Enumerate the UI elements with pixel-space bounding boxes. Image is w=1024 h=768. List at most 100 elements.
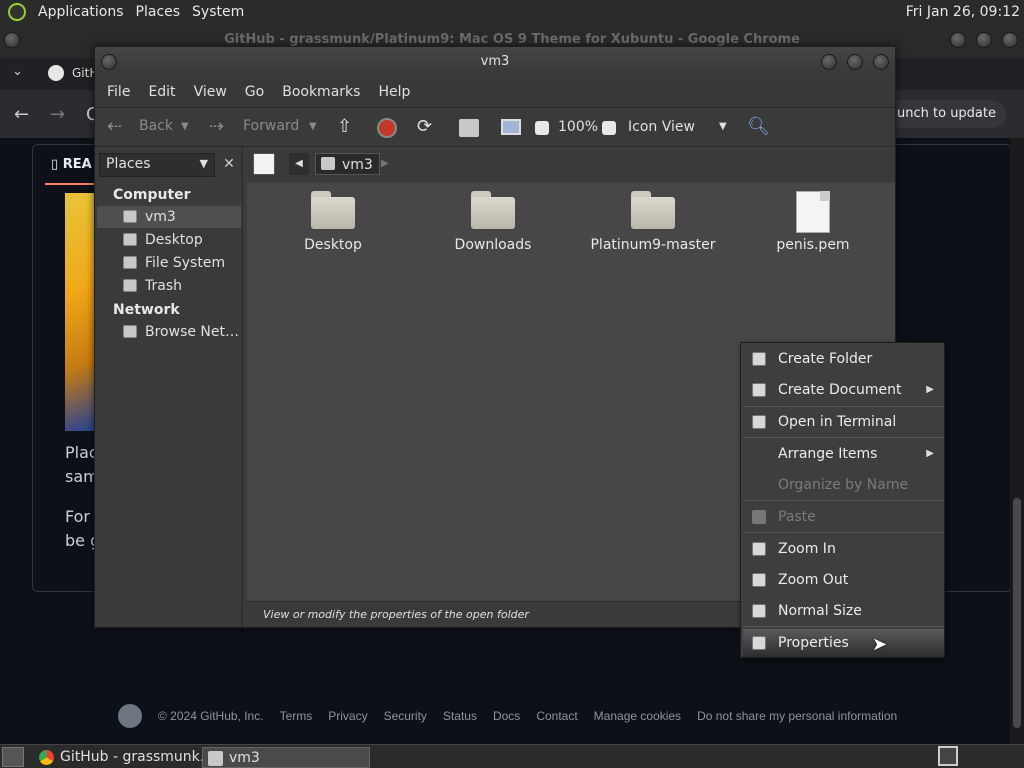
fm-window-title: vm3	[480, 54, 510, 69]
separator	[743, 626, 944, 627]
fm-minimize-button[interactable]	[821, 54, 837, 70]
ctx-arrange-items[interactable]: Arrange Items ▶	[743, 440, 944, 468]
search-icon[interactable]: 🔍︎	[747, 116, 770, 137]
fm-sidebar: Places ▼ ✕ Computer vm3 Desktop File Sys…	[95, 147, 243, 627]
ctx-zoom-in[interactable]: Zoom In	[743, 535, 944, 563]
footer-link-manage-cookies[interactable]: Manage cookies	[594, 709, 681, 723]
sidebar-item-desktop[interactable]: Desktop	[97, 229, 241, 251]
chrome-minimize-button[interactable]	[950, 32, 966, 48]
tab-search-chevron-icon[interactable]: ⌄	[12, 64, 23, 79]
forward-history-chevron-icon[interactable]: ▼	[309, 121, 317, 132]
workspace-switcher[interactable]	[938, 746, 958, 766]
places-selector[interactable]: Places ▼	[99, 153, 215, 177]
fm-toolbar: ⇠ Back ▼ ⇢ Forward ▼ ⇧ ⟳ 100% Icon View …	[95, 107, 895, 147]
home-folder-icon[interactable]	[459, 119, 479, 137]
fm-titlebar[interactable]: vm3	[95, 47, 895, 77]
applications-menu[interactable]: Applications	[32, 4, 130, 20]
places-chevron-icon: ▼	[199, 157, 208, 170]
view-mode-chevron-icon[interactable]: ▼	[719, 121, 727, 132]
file-name: Desktop	[304, 237, 362, 253]
menu-help[interactable]: Help	[370, 84, 418, 100]
relaunch-to-update-button[interactable]: aunch to update	[879, 100, 1006, 128]
back-button[interactable]: Back	[139, 118, 173, 134]
trash-icon	[123, 279, 137, 292]
context-menu: Create Folder Create Document ▶ Open in …	[740, 342, 945, 658]
chrome-maximize-button[interactable]	[976, 32, 992, 48]
forward-arrow-icon[interactable]: ⇢	[209, 116, 224, 137]
footer-link-status[interactable]: Status	[443, 709, 477, 723]
page-scrollbar[interactable]	[1010, 138, 1024, 744]
network-header: Network	[113, 302, 180, 318]
fm-maximize-button[interactable]	[847, 54, 863, 70]
reload-icon[interactable]: ⟳	[417, 116, 432, 137]
task-vm3[interactable]: vm3	[202, 747, 370, 768]
menu-file[interactable]: File	[99, 84, 138, 100]
zoom-out-icon	[752, 573, 766, 587]
file-item-penis-pem[interactable]: penis.pem	[733, 191, 893, 253]
top-panel: Applications Places System Fri Jan 26, 0…	[0, 0, 1024, 24]
path-scroll-right-icon[interactable]: ▶	[381, 153, 389, 175]
ctx-create-folder[interactable]: Create Folder	[743, 345, 944, 373]
stop-icon[interactable]	[377, 118, 397, 138]
back-arrow-icon[interactable]: ⇠	[107, 116, 122, 137]
properties-icon	[752, 636, 766, 650]
submenu-arrow-icon: ▶	[926, 448, 934, 459]
zoom-out-icon[interactable]	[535, 121, 549, 135]
chrome-close-button[interactable]	[1002, 32, 1018, 48]
footer-link-contact[interactable]: Contact	[536, 709, 577, 723]
zoom-in-icon	[752, 542, 766, 556]
ctx-zoom-out[interactable]: Zoom Out	[743, 566, 944, 594]
places-menu[interactable]: Places	[130, 4, 187, 20]
back-history-chevron-icon[interactable]: ▼	[181, 121, 189, 132]
distro-logo-icon[interactable]	[8, 3, 26, 21]
github-logo-icon[interactable]	[118, 704, 142, 728]
zoom-in-icon[interactable]	[602, 121, 616, 135]
ctx-create-document[interactable]: Create Document ▶	[743, 376, 944, 404]
separator	[743, 406, 944, 407]
footer-link-privacy[interactable]: Privacy	[328, 709, 367, 723]
sidebar-item-file-system[interactable]: File System	[97, 252, 241, 274]
chrome-icon	[39, 750, 54, 765]
file-item-downloads[interactable]: Downloads	[413, 191, 573, 253]
show-desktop-icon[interactable]	[2, 747, 24, 767]
up-arrow-icon[interactable]: ⇧	[337, 116, 352, 137]
folder-icon	[471, 191, 515, 229]
task-chrome[interactable]: GitHub - grassmunk…	[34, 747, 202, 768]
forward-button[interactable]: Forward	[243, 118, 299, 134]
scrollbar-thumb[interactable]	[1013, 498, 1021, 728]
sidebar-item-trash[interactable]: Trash	[97, 275, 241, 297]
menu-bookmarks[interactable]: Bookmarks	[274, 84, 368, 100]
footer-link-terms[interactable]: Terms	[280, 709, 313, 723]
view-mode-select[interactable]: Icon View	[628, 119, 695, 135]
footer-copyright: © 2024 GitHub, Inc.	[158, 709, 264, 723]
menu-go[interactable]: Go	[237, 84, 272, 100]
system-menu[interactable]: System	[186, 4, 250, 20]
fm-close-button[interactable]	[873, 54, 889, 70]
menu-edit[interactable]: Edit	[140, 84, 183, 100]
edit-location-icon[interactable]	[253, 153, 275, 175]
footer-link-security[interactable]: Security	[384, 709, 427, 723]
book-icon: ▯	[51, 157, 63, 172]
sidebar-item-vm3[interactable]: vm3	[97, 206, 241, 228]
ctx-properties[interactable]: Properties	[743, 629, 944, 657]
footer-link-do-not-share[interactable]: Do not share my personal information	[697, 709, 897, 723]
ctx-open-in-terminal[interactable]: Open in Terminal	[743, 408, 944, 436]
panel-clock[interactable]: Fri Jan 26, 09:12	[906, 4, 1020, 20]
file-name: penis.pem	[776, 237, 850, 253]
ctx-normal-size[interactable]: Normal Size	[743, 597, 944, 625]
path-scroll-left-icon[interactable]: ◀	[289, 153, 309, 175]
path-crumb-vm3[interactable]: vm3	[315, 153, 380, 175]
chrome-back-icon[interactable]: ←	[14, 104, 29, 125]
file-name: Downloads	[454, 237, 532, 253]
file-item-platinum9-master[interactable]: Platinum9-master	[573, 191, 733, 253]
zoom-original-icon	[752, 604, 766, 618]
footer-link-docs[interactable]: Docs	[493, 709, 520, 723]
close-sidebar-icon[interactable]: ✕	[219, 153, 239, 177]
github-footer: © 2024 GitHub, Inc. Terms Privacy Securi…	[118, 704, 897, 728]
chrome-forward-icon[interactable]: →	[50, 104, 65, 125]
file-item-desktop[interactable]: Desktop	[253, 191, 413, 253]
menu-view[interactable]: View	[186, 84, 235, 100]
computer-icon[interactable]	[501, 119, 521, 135]
readme-tab-label: REA	[62, 157, 92, 172]
sidebar-item-browse-network[interactable]: Browse Net…	[97, 321, 241, 343]
